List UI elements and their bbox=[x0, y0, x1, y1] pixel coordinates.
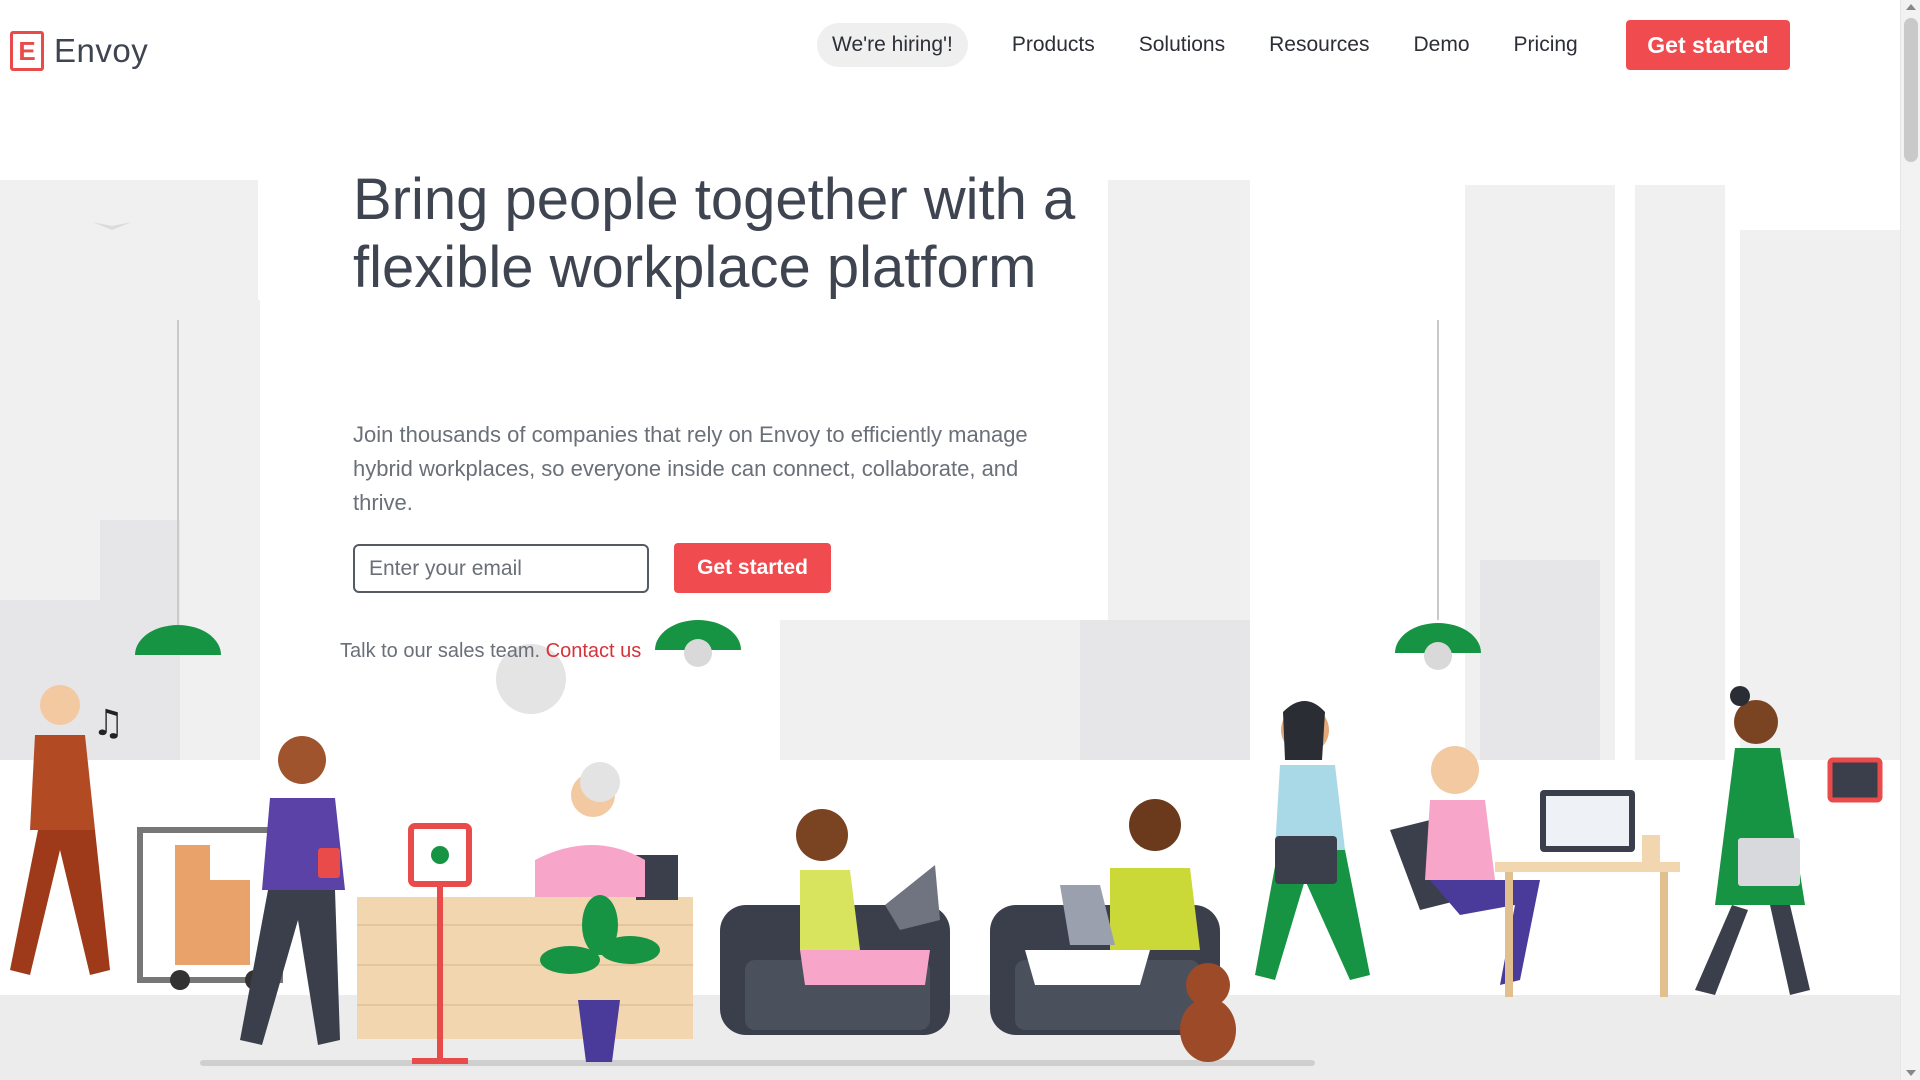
nav-item-solutions[interactable]: Solutions bbox=[1139, 33, 1225, 57]
page: ♫ E Envoy We're hiring'! Products Soluti… bbox=[0, 0, 1920, 1080]
sales-contact-line: Talk to our sales team. Contact us bbox=[340, 640, 641, 663]
sales-text: Talk to our sales team. bbox=[340, 640, 541, 662]
nav-item-demo[interactable]: Demo bbox=[1414, 33, 1470, 57]
email-input[interactable] bbox=[353, 544, 649, 593]
nav-hiring-pill[interactable]: We're hiring'! bbox=[817, 23, 968, 67]
walking-woman bbox=[1255, 701, 1370, 980]
man-on-sofa bbox=[990, 799, 1236, 1062]
nav-item-pricing[interactable]: Pricing bbox=[1514, 33, 1578, 57]
envoy-logo-wordmark: Envoy bbox=[54, 32, 149, 69]
nav-item-resources[interactable]: Resources bbox=[1269, 33, 1369, 57]
scroll-down-icon[interactable] bbox=[1906, 1070, 1916, 1076]
envoy-logo-icon: E bbox=[10, 31, 44, 71]
vertical-scrollbar[interactable] bbox=[1900, 0, 1920, 1080]
scroll-up-icon[interactable] bbox=[1906, 4, 1916, 10]
scrollbar-thumb[interactable] bbox=[1904, 18, 1918, 162]
reception-desk bbox=[357, 762, 693, 1064]
main-nav: We're hiring'! Products Solutions Resour… bbox=[817, 20, 1622, 70]
nav-get-started-button[interactable]: Get started bbox=[1626, 20, 1790, 70]
svg-text:♫: ♫ bbox=[92, 703, 124, 744]
hero-illustration: ♫ bbox=[0, 180, 1900, 1080]
hero-get-started-button[interactable]: Get started bbox=[674, 543, 831, 593]
woman-on-sofa bbox=[720, 809, 950, 1035]
envoy-logo[interactable]: E Envoy bbox=[10, 31, 148, 71]
man-at-desk bbox=[1390, 746, 1680, 997]
hero-title: Bring people together with a flexible wo… bbox=[353, 167, 1076, 300]
hero-subtitle: Join thousands of companies that rely on… bbox=[353, 422, 1028, 515]
contact-us-link[interactable]: Contact us bbox=[546, 640, 642, 662]
nav-item-products[interactable]: Products bbox=[1012, 33, 1095, 57]
